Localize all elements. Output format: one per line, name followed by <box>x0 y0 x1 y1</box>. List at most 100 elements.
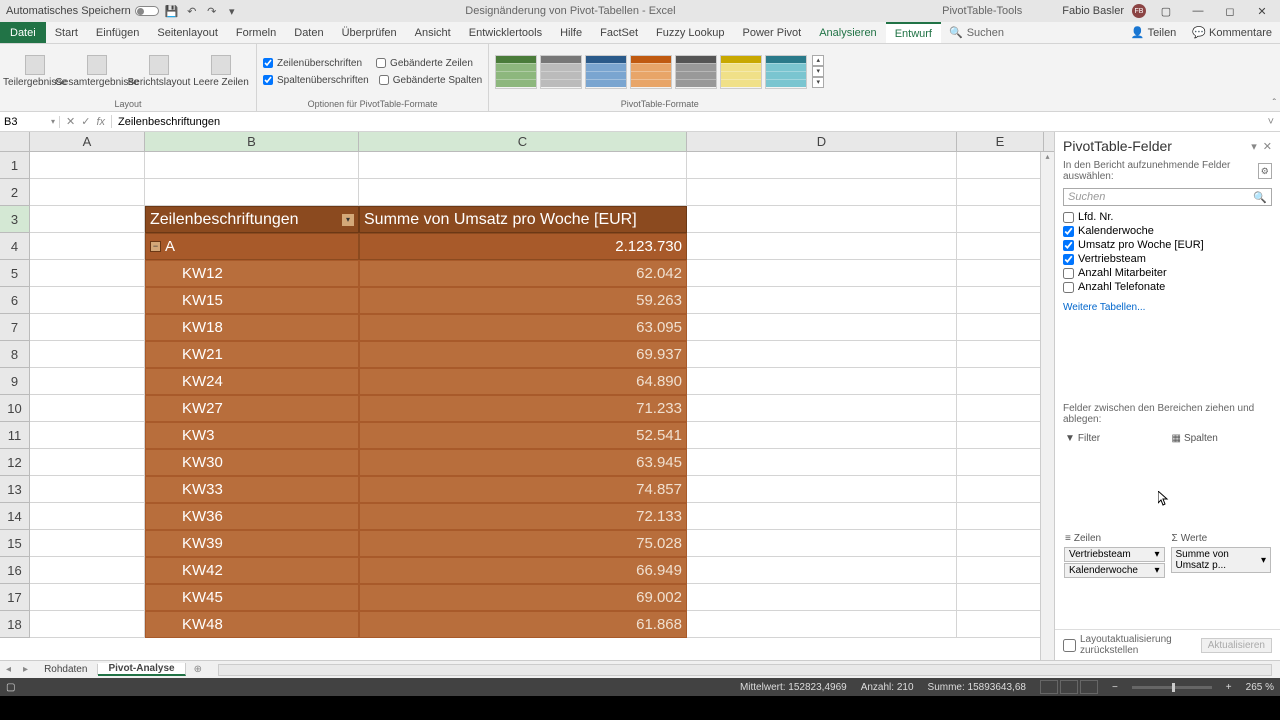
cell[interactable] <box>30 206 145 233</box>
cell[interactable] <box>957 314 1044 341</box>
tab-pagelayout[interactable]: Seitenlayout <box>148 22 227 43</box>
cell[interactable] <box>957 152 1044 179</box>
sheet-nav-prev-icon[interactable]: ◂ <box>0 664 17 675</box>
bandedcols-checkbox[interactable]: Gebänderte Spalten <box>379 74 483 87</box>
formula-input[interactable]: Zeilenbeschriftungen <box>112 116 1262 128</box>
cell[interactable] <box>957 179 1044 206</box>
collapse-ribbon-icon[interactable]: ˆ <box>1273 98 1276 109</box>
update-button[interactable]: Aktualisieren <box>1201 638 1272 653</box>
cell[interactable] <box>30 179 145 206</box>
grandtotals-button[interactable]: Gesamtergebnisse <box>68 55 126 88</box>
sheet-nav-next-icon[interactable]: ▸ <box>17 664 34 675</box>
collapse-icon[interactable]: − <box>150 241 161 252</box>
share-button[interactable]: 👤Teilen <box>1123 22 1184 43</box>
pivot-row-label[interactable]: KW48 <box>145 611 359 638</box>
autosave-toggle[interactable]: Automatisches Speichern <box>6 5 159 17</box>
field-search-input[interactable]: Suchen 🔍 <box>1063 188 1272 206</box>
expand-formula-icon[interactable]: ˅ <box>1262 116 1280 128</box>
cell[interactable] <box>30 503 145 530</box>
cell[interactable] <box>30 611 145 638</box>
column-header[interactable]: D <box>687 132 957 151</box>
qat-customize-icon[interactable]: ▾ <box>225 4 239 18</box>
cell[interactable] <box>30 584 145 611</box>
rows-item[interactable]: Kalenderwoche▾ <box>1064 563 1165 578</box>
tab-data[interactable]: Daten <box>285 22 332 43</box>
cell[interactable] <box>30 395 145 422</box>
pivot-row-value[interactable]: 59.263 <box>359 287 687 314</box>
rows-item[interactable]: Vertriebsteam▾ <box>1064 547 1165 562</box>
pivot-row-value[interactable]: 52.541 <box>359 422 687 449</box>
tab-insert[interactable]: Einfügen <box>87 22 148 43</box>
cell[interactable] <box>30 449 145 476</box>
cell[interactable] <box>687 179 957 206</box>
cell[interactable] <box>687 476 957 503</box>
row-header[interactable]: 17 <box>0 584 30 611</box>
cell[interactable] <box>957 557 1044 584</box>
zoom-level[interactable]: 265 % <box>1246 682 1274 693</box>
cell[interactable] <box>687 287 957 314</box>
zoom-slider[interactable] <box>1132 686 1212 689</box>
zoom-in-icon[interactable]: + <box>1226 682 1232 693</box>
colheaders-checkbox[interactable]: Spaltenüberschriften <box>263 74 369 87</box>
row-header[interactable]: 10 <box>0 395 30 422</box>
pivot-styles-gallery[interactable]: ▴▾▾ <box>495 55 824 89</box>
horizontal-scrollbar[interactable] <box>218 664 1272 676</box>
pivot-row-label[interactable]: KW36 <box>145 503 359 530</box>
cell[interactable] <box>687 314 957 341</box>
sheet-tab-pivot-analyse[interactable]: Pivot-Analyse <box>98 663 185 676</box>
tell-me-search[interactable]: 🔍Suchen <box>941 22 1012 43</box>
reportlayout-button[interactable]: Berichtslayout <box>130 55 188 88</box>
field-checkbox[interactable]: Lfd. Nr. <box>1063 210 1272 224</box>
row-header[interactable]: 12 <box>0 449 30 476</box>
filter-area[interactable]: ▼Filter <box>1061 429 1168 529</box>
field-pane-options-icon[interactable]: ▾ <box>1251 140 1257 153</box>
cell[interactable] <box>687 503 957 530</box>
cell[interactable] <box>957 503 1044 530</box>
pivot-row-value[interactable]: 62.042 <box>359 260 687 287</box>
row-header[interactable]: 3 <box>0 206 30 233</box>
cell[interactable] <box>687 152 957 179</box>
pivot-row-value[interactable]: 69.937 <box>359 341 687 368</box>
tab-powerpivot[interactable]: Power Pivot <box>734 22 811 43</box>
select-all-corner[interactable] <box>0 132 30 151</box>
cell[interactable] <box>30 422 145 449</box>
cell[interactable] <box>957 584 1044 611</box>
cell[interactable] <box>30 287 145 314</box>
column-header[interactable]: E <box>957 132 1044 151</box>
row-header[interactable]: 7 <box>0 314 30 341</box>
field-checkbox[interactable]: Anzahl Telefonate <box>1063 280 1272 294</box>
gear-icon[interactable]: ⚙ <box>1258 163 1272 179</box>
ribbon-mode-icon[interactable]: ▢ <box>1154 2 1178 20</box>
cell[interactable] <box>30 260 145 287</box>
name-box[interactable]: B3▾ <box>0 116 60 128</box>
cell[interactable] <box>687 449 957 476</box>
cell[interactable] <box>687 611 957 638</box>
field-checkbox[interactable]: Kalenderwoche <box>1063 224 1272 238</box>
redo-icon[interactable]: ↷ <box>205 4 219 18</box>
add-sheet-icon[interactable]: ⊕ <box>186 664 210 675</box>
pivot-row-value[interactable]: 72.133 <box>359 503 687 530</box>
cell[interactable] <box>30 341 145 368</box>
field-pane-close-icon[interactable]: ✕ <box>1263 140 1272 153</box>
tab-developer[interactable]: Entwicklertools <box>460 22 551 43</box>
close-icon[interactable]: ✕ <box>1250 2 1274 20</box>
pivot-row-label[interactable]: KW21 <box>145 341 359 368</box>
pivot-row-value[interactable]: 64.890 <box>359 368 687 395</box>
cell[interactable] <box>687 368 957 395</box>
row-header[interactable]: 9 <box>0 368 30 395</box>
cell[interactable] <box>957 368 1044 395</box>
row-header[interactable]: 15 <box>0 530 30 557</box>
cell[interactable] <box>30 557 145 584</box>
cell[interactable] <box>687 206 957 233</box>
rowheaders-checkbox[interactable]: Zeilenüberschriften <box>263 57 362 70</box>
row-header[interactable]: 13 <box>0 476 30 503</box>
bandedrows-checkbox[interactable]: Gebänderte Zeilen <box>376 57 473 70</box>
row-header[interactable]: 14 <box>0 503 30 530</box>
column-header[interactable]: B <box>145 132 359 151</box>
defer-layout-checkbox[interactable]: Layoutaktualisierung zurückstellen <box>1063 634 1201 656</box>
pivot-row-value[interactable]: 66.949 <box>359 557 687 584</box>
pagebreak-view-icon[interactable] <box>1080 680 1098 694</box>
cell[interactable] <box>30 152 145 179</box>
rows-area[interactable]: ≡Zeilen Vertriebsteam▾ Kalenderwoche▾ <box>1061 529 1168 629</box>
cell[interactable] <box>957 287 1044 314</box>
